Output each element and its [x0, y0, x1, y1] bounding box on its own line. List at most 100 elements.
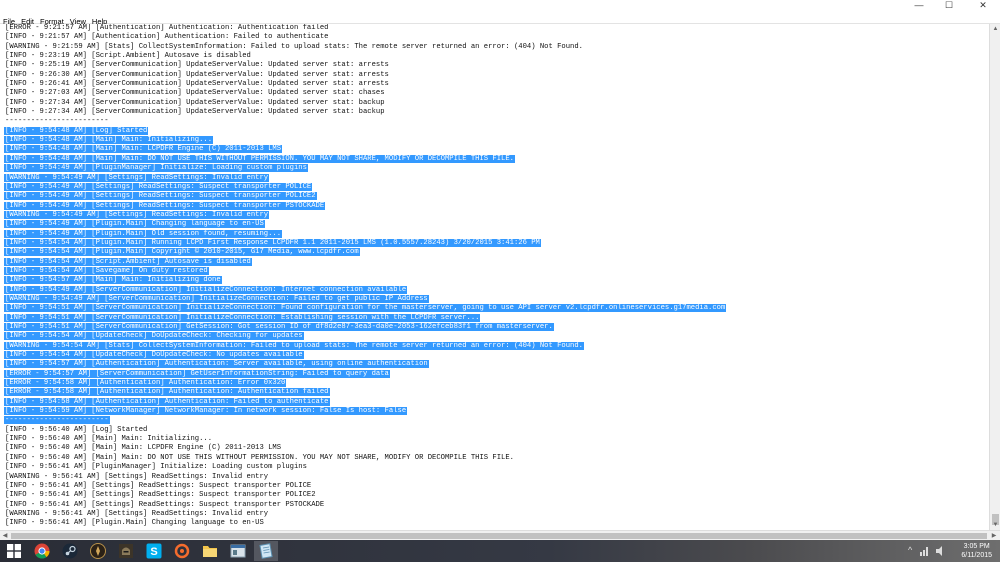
log-line-text: [INFO - 9:54:51 AM] [ServerCommunication… [4, 323, 554, 331]
log-line: [INFO - 9:26:30 AM] [ServerCommunication… [4, 71, 989, 80]
log-line: [INFO - 9:54:54 AM] [UpdateCheck] DoUpda… [4, 351, 989, 360]
log-line: [INFO - 9:23:19 AM] [Script.Ambient] Aut… [4, 52, 989, 61]
log-line-text: [INFO - 9:25:19 AM] [ServerCommunication… [5, 61, 389, 70]
log-line-text: [INFO - 9:56:40 AM] [Main] Main: DO NOT … [5, 453, 514, 462]
minimize-button[interactable]: — [908, 0, 930, 11]
log-line: [INFO - 9:54:54 AM] [Script.Ambient] Aut… [4, 257, 989, 267]
horizontal-scroll-thumb[interactable] [11, 533, 987, 539]
log-line: [INFO - 9:54:49 AM] [Plugin.Main] Old se… [4, 229, 989, 239]
log-line: [WARNING - 9:54:49 AM] [Settings] ReadSe… [4, 210, 989, 220]
game-emblem-icon [90, 543, 106, 559]
log-line: [INFO - 9:56:40 AM] [Main] Main: DO NOT … [4, 454, 989, 463]
log-line-text: [INFO - 9:54:54 AM] [Script.Ambient] Aut… [4, 257, 252, 266]
file-explorer-icon [203, 546, 217, 557]
log-line: [WARNING - 9:21:59 AM] [Stats] CollectSy… [4, 43, 989, 52]
log-line: [INFO - 9:54:48 AM] [Log] Started [4, 126, 989, 136]
origin-icon [174, 543, 190, 559]
taskbar-file-explorer[interactable] [198, 541, 222, 561]
log-line: [INFO - 9:54:54 AM] [Plugin.Main] Copyri… [4, 248, 989, 257]
log-line: [INFO - 9:54:51 AM] [ServerCommunication… [4, 304, 989, 313]
taskbar-chrome[interactable] [30, 541, 54, 561]
text-editor-area[interactable]: [ERROR - 9:21:57 AM] [Authentication] Au… [0, 24, 989, 530]
log-line-text: [INFO - 9:54:49 AM] [Settings] ReadSetti… [4, 192, 317, 201]
log-line-text: [INFO - 9:54:54 AM] [UpdateCheck] DoUpda… [4, 332, 304, 341]
close-button[interactable]: ✕ [968, 0, 998, 11]
log-line-text: [INFO - 9:54:49 AM] [ServerCommunication… [4, 285, 408, 294]
log-line: [INFO - 9:54:59 AM] [NetworkManager] Net… [4, 407, 989, 416]
log-line: [INFO - 9:54:49 AM] [Plugin.Main] Changi… [4, 220, 989, 229]
log-line: [INFO - 9:54:49 AM] [ServerCommunication… [4, 285, 989, 295]
log-line: [INFO - 9:54:49 AM] [Settings] ReadSetti… [4, 201, 989, 211]
log-line: [INFO - 9:56:41 AM] [Plugin.Main] Changi… [4, 519, 989, 528]
taskbar-steam[interactable] [58, 541, 82, 561]
log-line-text: [INFO - 9:26:30 AM] [ServerCommunication… [5, 70, 389, 79]
title-bar: — ☐ ✕ [0, 0, 1000, 11]
taskbar-notepad[interactable] [254, 541, 278, 561]
log-line: [ERROR - 9:54:57 AM] [ServerCommunicatio… [4, 369, 989, 379]
svg-text:S: S [150, 546, 157, 558]
log-line-text: [INFO - 9:54:51 AM] [ServerCommunication… [4, 304, 727, 313]
log-line-text: [INFO - 9:56:41 AM] [Settings] ReadSetti… [5, 481, 312, 490]
log-line: [INFO - 9:54:54 AM] [Savegame] On duty r… [4, 266, 989, 276]
log-line-text: [INFO - 9:56:41 AM] [Plugin.Main] Changi… [5, 519, 264, 528]
taskbar-game-1[interactable] [86, 541, 110, 561]
log-line-text: [INFO - 9:54:49 AM] [Plugin.Main] Changi… [4, 220, 265, 229]
log-line: [INFO - 9:54:48 AM] [Main] Main: LCPDFR … [4, 145, 989, 154]
log-line: [WARNING - 9:54:49 AM] [ServerCommunicat… [4, 294, 989, 304]
log-line: [WARNING - 9:54:54 AM] [Stats] CollectSy… [4, 341, 989, 351]
show-hidden-icons-icon[interactable]: ^ [908, 545, 912, 555]
steam-icon [62, 543, 78, 559]
log-line: [INFO - 9:54:51 AM] [ServerCommunication… [4, 323, 989, 332]
log-line: [INFO - 9:54:57 AM] [Authentication] Aut… [4, 360, 989, 369]
scroll-down-icon[interactable]: ▼ [990, 520, 1000, 530]
log-line: [WARNING - 9:56:41 AM] [Settings] ReadSe… [4, 473, 989, 482]
log-line-text: [WARNING - 9:56:41 AM] [Settings] ReadSe… [5, 472, 269, 481]
scroll-up-icon[interactable]: ▲ [990, 24, 1000, 34]
log-text: [ERROR - 9:21:57 AM] [Authentication] Au… [0, 24, 989, 529]
log-line: [WARNING - 9:54:49 AM] [Settings] ReadSe… [4, 173, 989, 183]
game-helmet-icon [119, 544, 133, 558]
log-line-text: [INFO - 9:21:57 AM] [Authentication] Aut… [5, 33, 329, 42]
taskbar-window-app[interactable] [226, 541, 250, 561]
log-line-text: ------------------------ [5, 117, 109, 126]
taskbar-skype[interactable]: S [142, 541, 166, 561]
network-icon[interactable] [920, 546, 930, 556]
log-line: [INFO - 9:56:40 AM] [Main] Main: Initial… [4, 435, 989, 444]
volume-icon[interactable] [936, 546, 946, 556]
log-line-text: [INFO - 9:54:54 AM] [Savegame] On duty r… [4, 266, 209, 275]
log-line: [INFO - 9:54:54 AM] [Plugin.Main] Runnin… [4, 238, 989, 248]
log-line-text: [INFO - 9:54:48 AM] [Main] Main: DO NOT … [4, 154, 515, 163]
log-line: [WARNING - 9:56:41 AM] [Settings] ReadSe… [4, 510, 989, 519]
taskbar-origin[interactable] [170, 541, 194, 561]
log-line-text: [INFO - 9:54:48 AM] [Main] Main: Initial… [4, 136, 214, 145]
clock-date: 6/11/2015 [961, 552, 992, 559]
notepad-icon [259, 543, 273, 559]
close-icon: ✕ [979, 0, 987, 10]
log-line: [INFO - 9:27:34 AM] [ServerCommunication… [4, 108, 989, 117]
log-line-text: [ERROR - 9:54:58 AM] [Authentication] Au… [4, 388, 330, 397]
log-line-text: [INFO - 9:56:40 AM] [Main] Main: LCPDFR … [5, 444, 282, 453]
log-line-text: [INFO - 9:54:49 AM] [Settings] ReadSetti… [4, 182, 313, 191]
log-line-text: [INFO - 9:54:51 AM] [ServerCommunication… [4, 313, 481, 322]
start-button[interactable] [2, 541, 26, 561]
log-line-text: [INFO - 9:56:41 AM] [Settings] ReadSetti… [5, 491, 316, 500]
log-line-text: [WARNING - 9:54:49 AM] [Settings] ReadSe… [4, 173, 270, 182]
log-line: [ERROR - 9:54:58 AM] [Authentication] Au… [4, 388, 989, 397]
log-line: [INFO - 9:56:41 AM] [Settings] ReadSetti… [4, 482, 989, 491]
taskbar: S ^ 3:05 PM 6/11/2015 [0, 540, 1000, 562]
log-line-text: [ERROR - 9:54:58 AM] [Authentication] Au… [4, 379, 287, 388]
maximize-button[interactable]: ☐ [938, 0, 960, 11]
log-line: [INFO - 9:56:41 AM] [Settings] ReadSetti… [4, 491, 989, 500]
system-clock[interactable]: 3:05 PM 6/11/2015 [961, 542, 992, 560]
log-line: [INFO - 9:54:51 AM] [ServerCommunication… [4, 313, 989, 323]
log-line: [INFO - 9:27:03 AM] [ServerCommunication… [4, 89, 989, 98]
log-line: [INFO - 9:25:19 AM] [ServerCommunication… [4, 61, 989, 70]
log-line-text: [WARNING - 9:21:59 AM] [Stats] CollectSy… [5, 42, 583, 51]
vertical-scrollbar[interactable]: ▲ ▼ [989, 24, 1000, 530]
log-line: [INFO - 9:56:41 AM] [Settings] ReadSetti… [4, 501, 989, 510]
log-line-text: [INFO - 9:56:40 AM] [Main] Main: Initial… [5, 435, 213, 444]
log-line: [INFO - 9:56:40 AM] [Main] Main: LCPDFR … [4, 444, 989, 453]
log-line: [INFO - 9:54:57 AM] [Main] Main: Initial… [4, 276, 989, 285]
taskbar-game-2[interactable] [114, 541, 138, 561]
menu-bar: File Edit Format View Help [0, 11, 1000, 26]
